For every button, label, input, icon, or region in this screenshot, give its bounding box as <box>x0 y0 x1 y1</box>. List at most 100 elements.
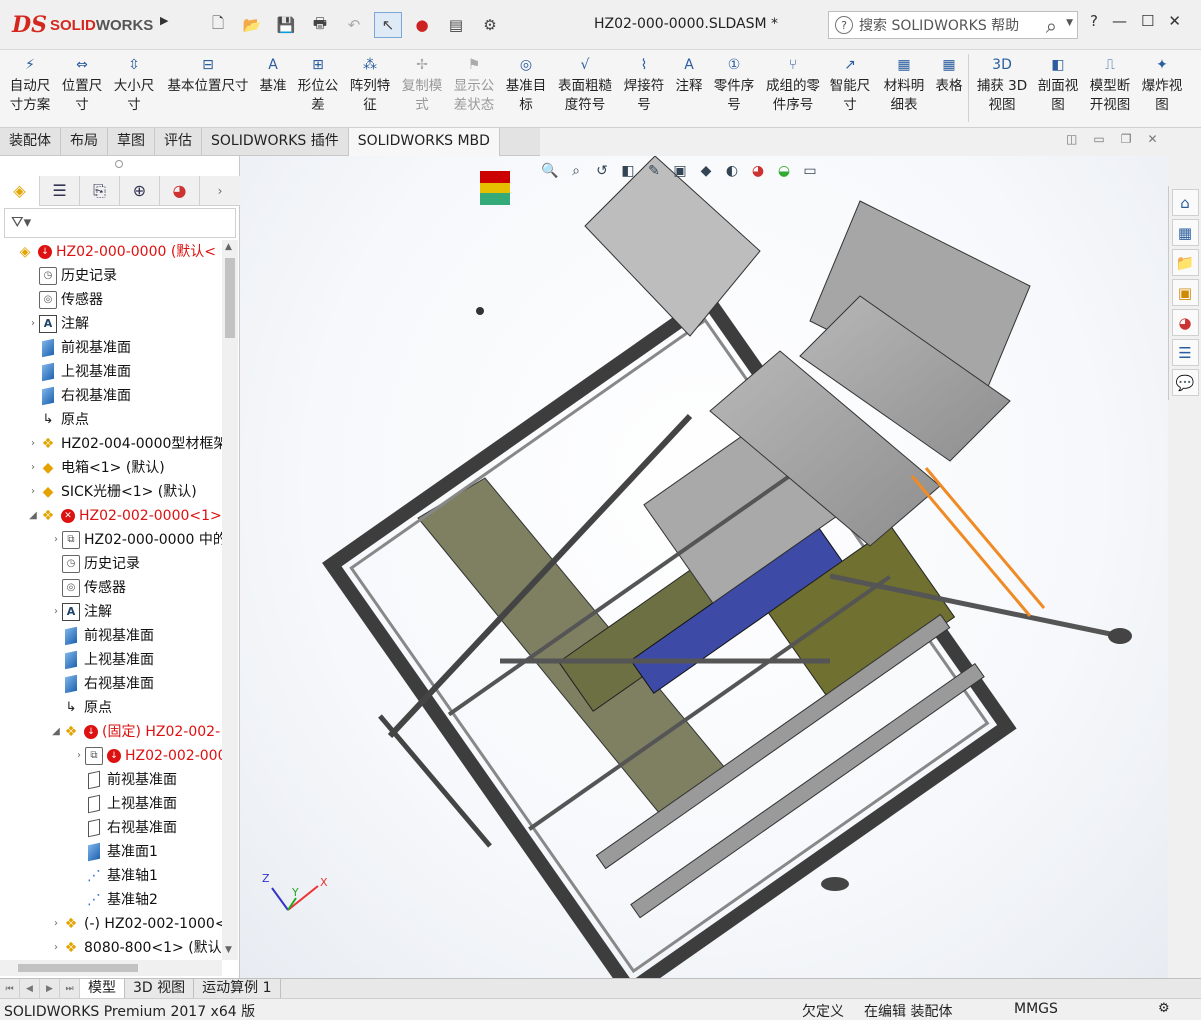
minimize-icon[interactable]: — <box>1112 12 1127 30</box>
section-view-hud-icon[interactable]: ◧ <box>618 160 638 182</box>
dynamic-annotation-icon[interactable]: ✎ <box>644 160 664 182</box>
appearances-scenes-icon[interactable]: ◕ <box>1171 309 1199 336</box>
ribbon-button-pattern-feature[interactable]: ⁂ 阵列特征 <box>348 54 392 115</box>
featuremanager-tab-icon[interactable]: ◈ <box>0 175 40 206</box>
help-search-box[interactable]: ? 搜索 SOLIDWORKS 帮助 ⌕ ▼ <box>828 11 1078 39</box>
tree-horizontal-scrollbar[interactable] <box>0 960 222 976</box>
customize-status-icon[interactable]: ⚙ <box>1158 1001 1170 1016</box>
tree-item[interactable]: › ◆ SICK光栅<1> (默认) <box>27 480 197 504</box>
configurationmanager-tab-icon[interactable]: ⎘ <box>80 175 120 206</box>
collapse-arrow-icon[interactable]: ◢ <box>27 504 39 528</box>
ribbon-button-model-break-view[interactable]: ⎍ 模型断 开视图 <box>1088 54 1132 115</box>
ribbon-button-section-view[interactable]: ◧ 剖面视图 <box>1036 54 1080 115</box>
ribbon-button-size-dimension[interactable]: ⇳ 大小尺寸 <box>112 54 156 115</box>
close-document-icon[interactable]: ✕ <box>1147 132 1157 146</box>
expand-arrow-icon[interactable]: › <box>27 312 39 336</box>
tree-item[interactable]: › ◆ 电箱<1> (默认) <box>27 456 165 480</box>
expand-arrow-icon[interactable]: › <box>27 432 39 456</box>
solidworks-resources-home-icon[interactable]: ⌂ <box>1171 189 1199 216</box>
ribbon-button-basic-location-dimension[interactable]: ⊟ 基本位置尺寸 <box>164 54 252 96</box>
expand-arrow-icon[interactable]: › <box>50 912 62 936</box>
hide-show-items-icon[interactable]: ◐ <box>722 160 742 182</box>
bottom-tab-2[interactable]: 运动算例 1 <box>194 979 281 999</box>
ribbon-button-balloon[interactable]: ① 零件序号 <box>712 54 756 115</box>
tab-3[interactable]: 评估 <box>155 128 202 156</box>
tabs-more-arrow-icon[interactable]: › <box>200 176 240 206</box>
ribbon-button-note[interactable]: A 注释 <box>674 54 704 96</box>
solidworks-logo[interactable]: DS SOLIDWORKS <box>12 10 153 40</box>
rebuild-traffic-light-icon[interactable]: ● <box>408 12 436 38</box>
tree-item[interactable]: › ❖ HZ02-004-0000型材框架 <box>27 432 222 456</box>
ribbon-button-auto-dimension[interactable]: ⚡ 自动尺 寸方案 <box>8 54 52 115</box>
menu-expand-arrow-icon[interactable]: ▶ <box>160 14 172 34</box>
expand-arrow-icon[interactable]: › <box>50 600 62 624</box>
view-palette-icon[interactable]: ▣ <box>1171 279 1199 306</box>
tree-item[interactable]: ↳ 原点 <box>50 696 112 720</box>
tab-5[interactable]: SOLIDWORKS MBD <box>348 128 500 156</box>
ribbon-button-datum-target[interactable]: ◎ 基准目标 <box>504 54 548 115</box>
search-input[interactable]: 搜索 SOLIDWORKS 帮助 <box>859 15 1019 35</box>
search-icon[interactable]: ⌕ <box>1046 14 1057 38</box>
cascade-window-icon[interactable]: ❐ <box>1121 132 1132 146</box>
ribbon-button-bom[interactable]: ▦ 材料明 细表 <box>882 54 926 115</box>
ribbon-button-exploded-view[interactable]: ✦ 爆炸视图 <box>1140 54 1184 115</box>
ribbon-button-geometric-tolerance[interactable]: ⊞ 形位公差 <box>296 54 340 115</box>
help-icon[interactable]: ? <box>1090 12 1098 30</box>
bottom-tab-1[interactable]: 3D 视图 <box>125 979 195 999</box>
design-library-icon[interactable]: ▦ <box>1171 219 1199 246</box>
graphics-area[interactable] <box>240 155 1168 1001</box>
collapse-arrow-icon[interactable]: ◢ <box>50 720 62 744</box>
ribbon-button-smart-dimension[interactable]: ↗ 智能尺寸 <box>828 54 872 115</box>
restore-window-icon[interactable]: ◫ <box>1066 132 1077 146</box>
scroll-thumb[interactable] <box>225 258 235 338</box>
tree-item[interactable]: › A 注解 <box>27 312 89 336</box>
zoom-to-fit-icon[interactable]: 🔍 <box>540 160 560 182</box>
dimxpert-tab-icon[interactable]: ⊕ <box>120 175 160 206</box>
ribbon-button-stacked-balloon[interactable]: ⑂ 成组的零 件序号 <box>764 54 822 115</box>
zoom-to-area-icon[interactable]: ⌕ <box>566 160 586 182</box>
expand-arrow-icon[interactable]: › <box>73 744 85 768</box>
tree-item[interactable]: › ⧉ ↓ HZ02-002-000 <box>73 744 222 768</box>
previous-view-icon[interactable]: ↺ <box>592 160 612 182</box>
ribbon-button-location-dimension[interactable]: ⇔ 位置尺寸 <box>60 54 104 115</box>
propertymanager-tab-icon[interactable]: ☰ <box>40 175 80 206</box>
next-tab-icon[interactable]: ▶ <box>40 979 60 999</box>
tree-item[interactable]: ◢ ❖ ✕ HZ02-002-0000<1> <box>27 504 222 528</box>
close-icon[interactable]: ✕ <box>1168 12 1181 30</box>
tree-item[interactable]: ◷ 历史记录 <box>27 264 117 288</box>
tree-item[interactable]: ⋰ 基准轴2 <box>73 888 158 912</box>
undo-icon[interactable]: ↶ <box>340 12 368 38</box>
display-manager-tab-icon[interactable]: ◕ <box>160 175 200 206</box>
open-document-icon[interactable]: 📂 <box>238 12 266 38</box>
bottom-tab-0[interactable]: 模型 <box>80 979 125 999</box>
expand-arrow-icon[interactable]: › <box>50 528 62 552</box>
tree-item[interactable]: ◎ 传感器 <box>50 576 126 600</box>
apply-scene-icon[interactable]: ◒ <box>774 160 794 182</box>
ribbon-button-table[interactable]: ▦ 表格 <box>934 54 964 96</box>
tree-item[interactable]: › ❖ (-) HZ02-002-1000< <box>50 912 222 936</box>
first-tab-icon[interactable]: ⏮ <box>0 979 20 999</box>
tree-item[interactable]: 前视基准面 <box>27 336 131 360</box>
panel-grip[interactable] <box>115 160 123 168</box>
tree-item[interactable]: 前视基准面 <box>50 624 154 648</box>
tree-item[interactable]: › ⧉ HZ02-000-0000 中的 <box>50 528 222 552</box>
tree-item[interactable]: › A 注解 <box>50 600 112 624</box>
status-units[interactable]: MMGS <box>1014 1001 1058 1017</box>
tree-item[interactable]: ◷ 历史记录 <box>50 552 140 576</box>
scroll-up-icon[interactable]: ▲ <box>225 242 232 252</box>
tree-item[interactable]: ↳ 原点 <box>27 408 89 432</box>
file-explorer-icon[interactable]: 📁 <box>1171 249 1199 276</box>
tree-item[interactable]: 上视基准面 <box>27 360 131 384</box>
tile-window-icon[interactable]: ▭ <box>1093 132 1104 146</box>
ribbon-button-show-tolerance-status[interactable]: ⚑ 显示公 差状态 <box>452 54 496 115</box>
scroll-down-icon[interactable]: ▼ <box>225 945 232 955</box>
tab-2[interactable]: 草图 <box>108 128 155 156</box>
save-icon[interactable]: 💾 <box>272 12 300 38</box>
print-icon[interactable]: 🖶 <box>306 12 334 38</box>
tab-1[interactable]: 布局 <box>61 128 108 156</box>
tree-item[interactable]: ◢ ❖ ↓ (固定) HZ02-002- <box>50 720 220 744</box>
expand-arrow-icon[interactable]: › <box>27 480 39 504</box>
search-dropdown-icon[interactable]: ▼ <box>1066 18 1073 28</box>
new-document-icon[interactable]: 🗋 <box>204 12 232 38</box>
expand-arrow-icon[interactable]: › <box>50 936 62 960</box>
